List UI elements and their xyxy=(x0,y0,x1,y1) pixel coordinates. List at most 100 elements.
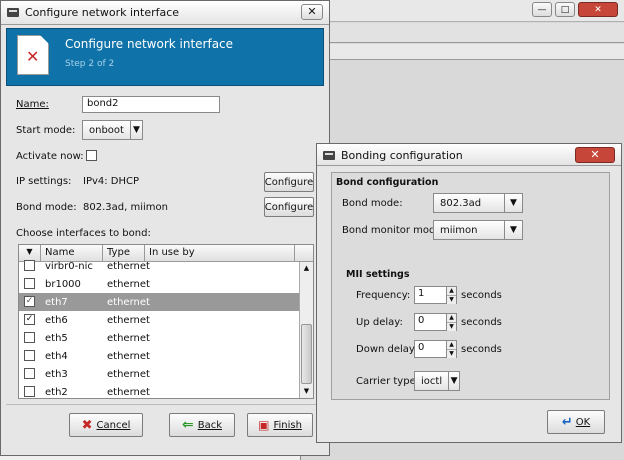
carrier-type-value: ioctl xyxy=(421,375,443,387)
ok-label: OK xyxy=(575,416,591,428)
spin-up-icon[interactable]: ▲ xyxy=(447,314,456,323)
table-row[interactable]: br1000 ethernet xyxy=(19,275,313,293)
background-window-controls: — □ ✕ xyxy=(532,2,618,17)
frequency-spinbox[interactable]: 1 ▲ ▼ xyxy=(414,286,457,304)
bond-mode-value: 802.3ad xyxy=(440,197,482,209)
banner-title: Configure network interface xyxy=(65,37,234,51)
window-icon xyxy=(323,151,335,160)
carrier-type-select[interactable]: ioctl ▼ xyxy=(414,371,460,391)
bond-monitor-value: miimon xyxy=(440,224,478,236)
row-name: eth7 xyxy=(45,296,68,308)
table-row[interactable]: eth2 ethernet xyxy=(19,383,313,398)
row-checkbox[interactable] xyxy=(24,350,35,361)
row-checkbox[interactable] xyxy=(24,332,35,343)
down-delay-spinbox[interactable]: 0 ▲ ▼ xyxy=(414,340,457,358)
choose-interfaces-label: Choose interfaces to bond: xyxy=(16,228,151,239)
background-panel xyxy=(301,44,624,60)
ip-settings-value: IPv4: DHCP xyxy=(83,176,140,187)
finish-label: Finish xyxy=(273,419,302,431)
row-type: ethernet xyxy=(107,278,150,290)
chevron-down-icon: ▼ xyxy=(129,121,142,139)
up-delay-spinbox[interactable]: 0 ▲ ▼ xyxy=(414,313,457,331)
name-label: Name: xyxy=(16,99,49,110)
configure-network-dialog: Configure network interface ✕ ✕ Configur… xyxy=(0,0,330,456)
row-checkbox[interactable] xyxy=(24,260,35,271)
ip-configure-button[interactable]: Configure xyxy=(264,172,314,192)
banner-step: Step 2 of 2 xyxy=(65,59,115,69)
frequency-label: Frequency: xyxy=(356,290,411,301)
row-type: ethernet xyxy=(107,332,150,344)
maximize-button[interactable]: □ xyxy=(555,2,575,17)
bond-mode-label: Bond mode: xyxy=(342,198,403,209)
spin-down-icon[interactable]: ▼ xyxy=(447,350,456,358)
row-type: ethernet xyxy=(107,260,150,272)
cancel-button[interactable]: ✖ Cancel xyxy=(69,413,143,437)
table-row-selected[interactable]: ✓ eth7 ethernet xyxy=(19,293,313,311)
background-toolbar xyxy=(301,23,624,43)
row-checkbox[interactable]: ✓ xyxy=(24,314,35,325)
close-button[interactable]: ✕ xyxy=(578,2,618,17)
bond-monitor-label: Bond monitor mode: xyxy=(342,225,445,236)
table-row[interactable]: eth5 ethernet xyxy=(19,329,313,347)
row-checkbox[interactable] xyxy=(24,278,35,289)
activate-now-checkbox[interactable] xyxy=(86,150,97,161)
document-error-icon: ✕ xyxy=(17,35,49,75)
row-name: eth3 xyxy=(45,368,68,380)
back-button[interactable]: ⇐ Back xyxy=(169,413,235,437)
bond-mode-label: Bond mode: xyxy=(16,202,77,213)
bond-mode-value: 802.3ad, miimon xyxy=(83,202,168,213)
spin-down-icon[interactable]: ▼ xyxy=(447,323,456,331)
row-checkbox[interactable]: ✓ xyxy=(24,296,35,307)
bond-config-panel: Bond configuration Bond mode: 802.3ad ▼ … xyxy=(331,172,610,400)
row-name: eth6 xyxy=(45,314,68,326)
row-name: virbr0-nic xyxy=(45,260,93,272)
frequency-unit: seconds xyxy=(461,290,502,301)
row-type: ethernet xyxy=(107,296,150,308)
row-checkbox[interactable] xyxy=(24,368,35,379)
back-arrow-icon: ⇐ xyxy=(181,417,194,433)
window-icon xyxy=(7,8,19,17)
cancel-label: Cancel xyxy=(96,419,131,431)
interfaces-table: ▼ Name Type In use by virbr0-nic ethernet… xyxy=(18,244,314,399)
start-mode-value: onboot xyxy=(89,124,124,136)
row-type: ethernet xyxy=(107,368,150,380)
bond-monitor-select[interactable]: miimon ▼ xyxy=(433,220,523,240)
dialog-title: Configure network interface xyxy=(25,6,180,19)
spin-down-icon[interactable]: ▼ xyxy=(447,296,456,304)
ok-icon: ↵ xyxy=(561,414,573,430)
back-label: Back xyxy=(197,419,222,431)
bonding-config-dialog: Bonding configuration ✕ Bond configurati… xyxy=(316,143,622,443)
bond-configure-button[interactable]: Configure xyxy=(264,197,314,217)
chevron-down-icon: ▼ xyxy=(448,372,459,390)
bond-close-button[interactable]: ✕ xyxy=(575,147,615,163)
scroll-down-icon[interactable]: ▼ xyxy=(301,386,312,397)
table-row[interactable]: virbr0-nic ethernet xyxy=(19,257,313,275)
bond-mode-select[interactable]: 802.3ad ▼ xyxy=(433,193,523,213)
scroll-up-icon[interactable]: ▲ xyxy=(301,263,312,274)
activate-now-label: Activate now: xyxy=(16,151,84,162)
dialog-close-button[interactable]: ✕ xyxy=(301,4,323,20)
start-mode-select[interactable]: onboot ▼ xyxy=(82,120,143,140)
table-row[interactable]: eth4 ethernet xyxy=(19,347,313,365)
minimize-button[interactable]: — xyxy=(532,2,552,17)
up-delay-unit: seconds xyxy=(461,317,502,328)
down-delay-unit: seconds xyxy=(461,344,502,355)
start-mode-label: Start mode: xyxy=(16,125,76,136)
table-row[interactable]: ✓ eth6 ethernet xyxy=(19,311,313,329)
finish-icon: ▣ xyxy=(258,418,270,432)
ok-button[interactable]: ↵ OK xyxy=(547,410,605,434)
name-input[interactable]: bond2 xyxy=(82,96,220,113)
table-body: virbr0-nic ethernet br1000 ethernet ✓ eth7 e… xyxy=(19,257,313,398)
table-scrollbar[interactable]: ▲ ▼ xyxy=(299,262,313,398)
mii-settings-title: MII settings xyxy=(346,269,410,280)
cancel-icon: ✖ xyxy=(81,417,93,433)
bond-section-title: Bond configuration xyxy=(336,177,439,188)
spin-up-icon[interactable]: ▲ xyxy=(447,287,456,296)
scrollbar-thumb[interactable] xyxy=(301,324,312,384)
down-delay-value: 0 xyxy=(418,342,425,353)
dialog-titlebar: Configure network interface ✕ xyxy=(1,1,329,25)
table-row[interactable]: eth3 ethernet xyxy=(19,365,313,383)
spin-up-icon[interactable]: ▲ xyxy=(447,341,456,350)
finish-button[interactable]: ▣ Finish xyxy=(247,413,313,437)
row-checkbox[interactable] xyxy=(24,386,35,397)
